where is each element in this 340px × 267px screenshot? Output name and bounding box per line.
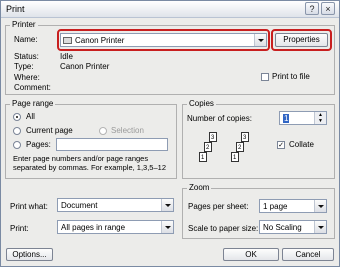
pages-label: Pages: <box>26 140 51 149</box>
page-range-hint: Enter page numbers and/or page ranges se… <box>13 154 166 172</box>
print-to-file-checkbox[interactable] <box>261 73 269 81</box>
all-radio[interactable] <box>13 113 21 121</box>
print-what-value: Document <box>61 201 98 210</box>
print-label: Print: <box>10 224 29 233</box>
scale-to-paper-size-select[interactable]: No Scaling <box>259 220 327 234</box>
print-what-select[interactable]: Document <box>57 198 174 212</box>
printer-name-label: Name: <box>14 35 38 44</box>
scale-to-paper-size-label: Scale to paper size: <box>188 224 259 233</box>
comment-label: Comment: <box>14 83 51 92</box>
all-radio-label: All <box>26 112 35 121</box>
title-bar: Print ? × <box>1 1 339 18</box>
page-icon: 1 <box>231 152 239 162</box>
chevron-down-icon <box>314 200 326 212</box>
close-button[interactable]: × <box>321 2 335 15</box>
collate-checkbox[interactable]: ✓ <box>277 141 285 149</box>
type-value: Canon Printer <box>60 62 110 71</box>
number-of-copies-value: 1 <box>283 114 290 123</box>
pages-per-sheet-select[interactable]: 1 page <box>259 199 327 213</box>
cancel-button[interactable]: Cancel <box>282 248 334 261</box>
status-value: Idle <box>60 52 73 61</box>
print-to-file-label: Print to file <box>272 72 310 81</box>
current-page-label: Current page <box>26 126 73 135</box>
pages-per-sheet-value: 1 page <box>263 202 288 211</box>
number-of-copies-spinner[interactable]: 1 ▲ ▼ <box>279 111 327 125</box>
type-label: Type: <box>14 62 34 71</box>
pages-per-sheet-label: Pages per sheet: <box>188 202 249 211</box>
number-of-copies-label: Number of copies: <box>187 114 252 123</box>
page-icon: 3 <box>209 132 217 142</box>
pages-input[interactable] <box>56 138 168 151</box>
print-what-label: Print what: <box>10 202 48 211</box>
selection-radio[interactable] <box>99 127 107 135</box>
print-value: All pages in range <box>61 223 126 232</box>
properties-button-label: Properties <box>283 35 320 44</box>
chevron-down-icon <box>161 199 173 211</box>
current-page-radio[interactable] <box>13 127 21 135</box>
uncollated-pages-icon: 3 2 1 <box>199 132 227 166</box>
printer-name-value: Canon Printer <box>75 36 125 45</box>
chevron-down-icon <box>254 34 266 46</box>
where-label: Where: <box>14 73 40 82</box>
printer-group-label: Printer <box>10 20 38 30</box>
selection-label: Selection <box>111 126 144 135</box>
help-button[interactable]: ? <box>305 2 319 15</box>
scale-to-paper-size-value: No Scaling <box>263 223 302 232</box>
properties-button[interactable]: Properties <box>275 33 328 47</box>
print-select[interactable]: All pages in range <box>57 220 174 234</box>
pages-radio[interactable] <box>13 141 21 149</box>
printer-name-combo[interactable]: Canon Printer <box>60 33 267 47</box>
printer-icon <box>63 37 72 44</box>
chevron-down-icon <box>314 221 326 233</box>
page-icon: 3 <box>241 132 249 142</box>
page-icon: 1 <box>199 152 207 162</box>
page-range-group-label: Page range <box>10 99 56 109</box>
collated-pages-icon: 3 2 1 <box>231 132 259 166</box>
options-button[interactable]: Options... <box>6 248 53 261</box>
page-icon: 2 <box>236 142 244 152</box>
status-label: Status: <box>14 52 39 61</box>
chevron-down-icon <box>161 221 173 233</box>
zoom-group-label: Zoom <box>187 183 212 193</box>
spinner-down-icon[interactable]: ▼ <box>314 118 326 124</box>
ok-button[interactable]: OK <box>223 248 279 261</box>
collate-label: Collate <box>289 140 314 149</box>
window-title: Print <box>6 4 25 14</box>
page-icon: 2 <box>204 142 212 152</box>
copies-group-label: Copies <box>187 99 216 109</box>
print-dialog: Print ? × Printer Name: Canon Printer Pr… <box>0 0 340 267</box>
